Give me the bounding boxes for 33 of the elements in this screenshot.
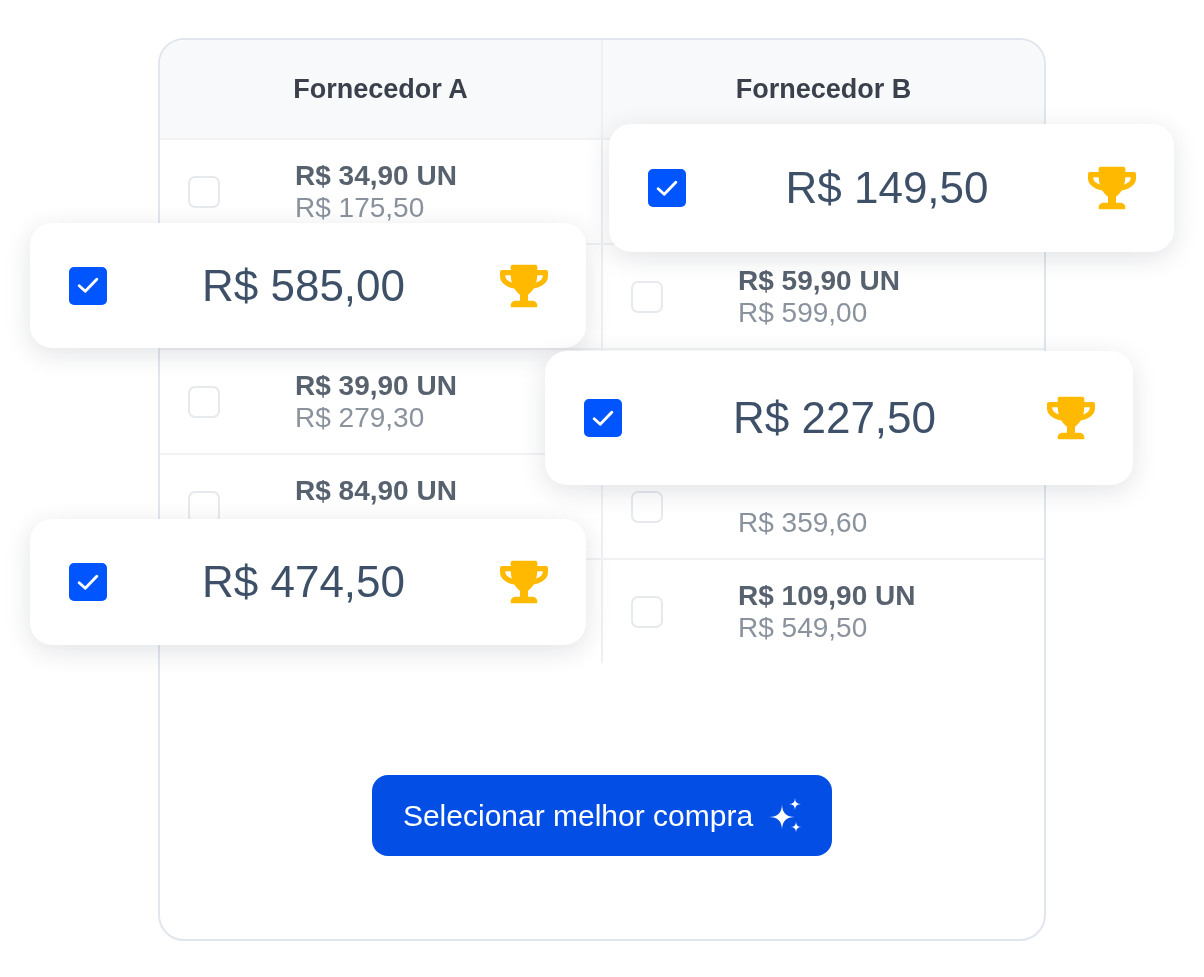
best-price: R$ 227,50 <box>731 393 938 443</box>
best-price: R$ 149,50 <box>784 163 990 213</box>
unit-price: R$ 84,90 UN <box>295 476 457 505</box>
unit-price: R$ 39,90 UN <box>295 371 457 400</box>
check-icon <box>77 277 99 294</box>
check-icon <box>656 179 678 197</box>
best-price-checkbox[interactable] <box>69 563 107 601</box>
best-price-checkbox[interactable] <box>648 169 686 207</box>
check-icon <box>592 409 614 427</box>
trophy-icon <box>1047 394 1095 442</box>
row-checkbox[interactable] <box>188 385 220 418</box>
best-price: R$ 585,00 <box>200 260 407 311</box>
check-icon <box>77 573 99 591</box>
total-price: R$ 599,00 <box>738 298 869 327</box>
best-price-checkbox[interactable] <box>69 266 107 305</box>
total-price: R$ 549,50 <box>738 613 869 642</box>
trophy-icon <box>1088 164 1136 212</box>
row-checkbox[interactable] <box>631 280 663 313</box>
total-price: R$ 359,60 <box>738 508 868 537</box>
trophy-icon <box>500 558 548 606</box>
select-best-button[interactable]: Selecionar melhor compra <box>371 775 833 856</box>
best-price-checkbox[interactable] <box>584 399 622 437</box>
column-header: Fornecedor A <box>293 73 468 105</box>
unit-price: R$ 34,90 UN <box>295 161 457 190</box>
best-price: R$ 474,50 <box>200 557 407 607</box>
unit-price: R$ 59,90 UN <box>738 266 900 295</box>
total-price: R$ 279,30 <box>295 403 426 432</box>
column-header: Fornecedor B <box>735 73 912 105</box>
row-checkbox[interactable] <box>631 595 663 628</box>
total-price: R$ 175,50 <box>295 193 426 222</box>
row-checkbox[interactable] <box>188 175 220 208</box>
row-checkbox[interactable] <box>631 490 663 523</box>
unit-price: R$ 109,90 UN <box>738 581 916 610</box>
